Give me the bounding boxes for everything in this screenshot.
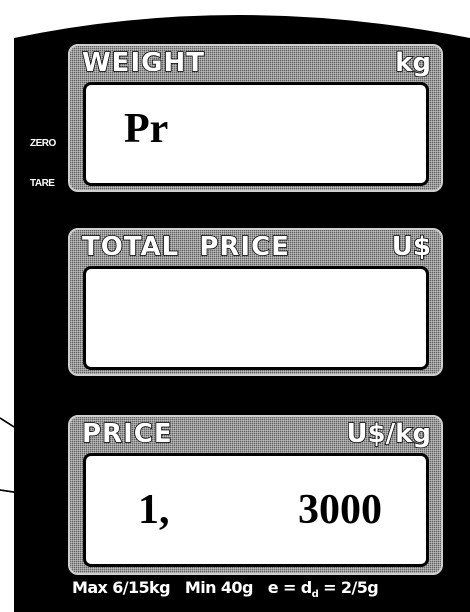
total-price-screen bbox=[83, 266, 429, 370]
tare-indicator: TARE bbox=[30, 178, 55, 189]
total-price-title: TOTAL PRICE bbox=[81, 231, 290, 263]
weight-screen: Pr bbox=[83, 82, 429, 186]
scale-display-panel: ZERO TARE WEIGHT kg Pr TOTAL PRICE U$ PR… bbox=[0, 0, 470, 612]
price-screen: 1, 3000 bbox=[83, 453, 429, 567]
weight-panel: WEIGHT kg Pr bbox=[68, 44, 443, 192]
spec-e-prefix: e = d bbox=[267, 578, 312, 597]
scale-spec-label: Max 6/15kg Min 40g e = dd = 2/5g bbox=[72, 578, 379, 601]
total-price-unit: U$ bbox=[391, 231, 432, 263]
price-display-left: 1, bbox=[138, 487, 170, 533]
spec-min: Min 40g bbox=[184, 578, 253, 597]
spec-max: Max 6/15kg bbox=[72, 578, 171, 597]
total-price-panel: TOTAL PRICE U$ bbox=[68, 228, 443, 376]
price-panel: PRICE U$/kg 1, 3000 bbox=[68, 415, 443, 575]
spec-d-sub: d bbox=[311, 589, 319, 601]
weight-title: WEIGHT bbox=[81, 47, 205, 79]
price-unit: U$/kg bbox=[346, 418, 432, 450]
weight-display-value: Pr bbox=[124, 106, 169, 152]
zero-indicator: ZERO bbox=[30, 138, 56, 149]
spec-e-suffix: = 2/5g bbox=[323, 578, 379, 597]
weight-unit: kg bbox=[394, 47, 431, 79]
price-display-right: 3000 bbox=[298, 487, 382, 533]
price-title: PRICE bbox=[81, 418, 173, 450]
